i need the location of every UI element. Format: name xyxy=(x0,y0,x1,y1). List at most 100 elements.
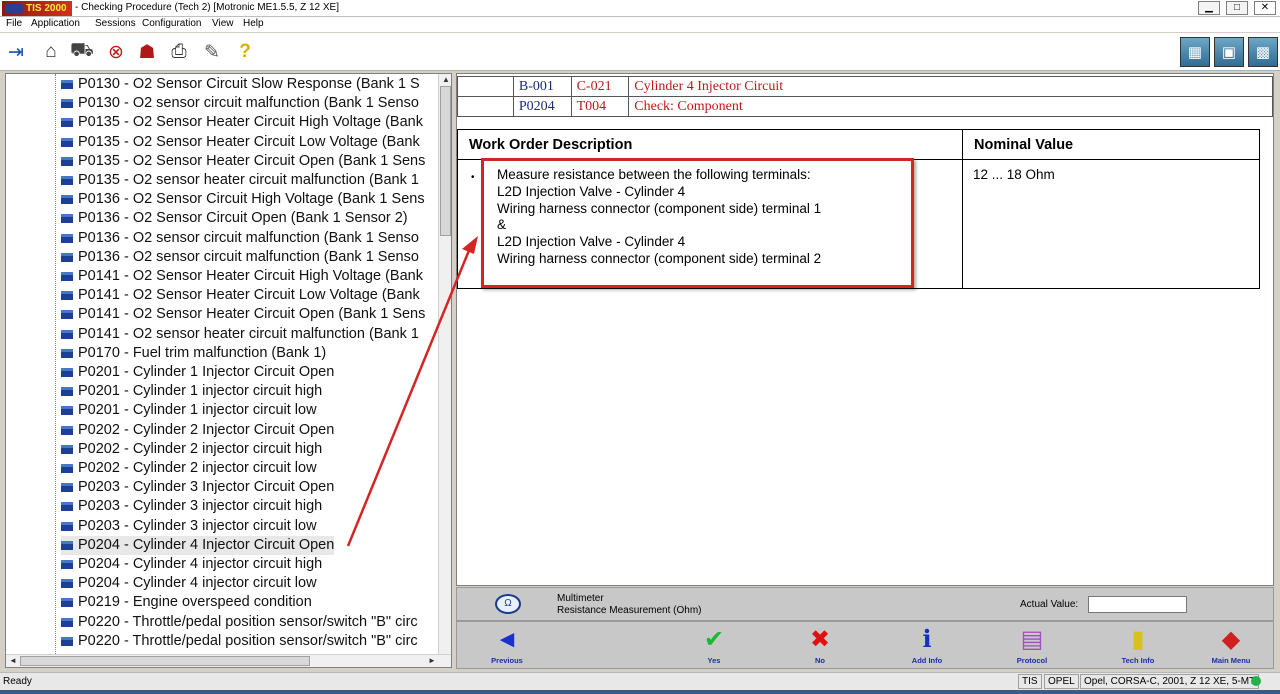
no-icon: ✖ xyxy=(809,626,831,653)
protocol-button[interactable]: ▤ Protocol xyxy=(1002,624,1062,668)
tree-item[interactable]: P0136 - O2 sensor circuit malfunction (B… xyxy=(61,229,419,248)
tree-vscroll-thumb[interactable] xyxy=(440,86,451,236)
code-cell: P0204 xyxy=(512,96,572,117)
tech-info-button[interactable]: ▮ Tech Info xyxy=(1108,624,1168,668)
tree-item-label: P0141 - O2 sensor heater circuit malfunc… xyxy=(78,325,419,342)
previous-button[interactable]: ◄ Previous xyxy=(477,624,537,668)
toolbar: ⇥ ⌂ ⛟ ⊗ ☗ ⎙ ✎ ? ▦ ▣ ▩ xyxy=(0,33,1280,71)
tree-item[interactable]: P0136 - O2 sensor circuit malfunction (B… xyxy=(61,248,419,267)
flash-icon[interactable]: ▩ xyxy=(1248,37,1278,67)
no-button[interactable]: ✖ No xyxy=(790,624,850,668)
person-icon[interactable]: ☗ xyxy=(134,39,160,65)
tree-vertical-scrollbar[interactable]: ▲ xyxy=(438,74,451,654)
tree-item[interactable]: P0135 - O2 Sensor Heater Circuit Open (B… xyxy=(61,152,425,171)
tree-item[interactable]: P0202 - Cylinder 2 injector circuit high xyxy=(61,440,322,459)
tree-item[interactable]: P0135 - O2 Sensor Heater Circuit Low Vol… xyxy=(61,133,420,152)
folder-icon xyxy=(61,137,73,147)
folder-icon xyxy=(61,483,73,493)
help-icon[interactable]: ? xyxy=(232,39,258,65)
tree-item[interactable]: P0141 - O2 Sensor Heater Circuit Open (B… xyxy=(61,305,425,324)
tech-info-label: Tech Info xyxy=(1121,656,1155,665)
folder-icon xyxy=(61,444,73,454)
previous-icon: ◄ xyxy=(495,626,519,653)
folder-icon xyxy=(61,425,73,435)
home-icon[interactable]: ⌂ xyxy=(38,39,64,65)
measurement-bar: Ω Multimeter Resistance Measurement (Ohm… xyxy=(456,587,1274,621)
tree-item-label: P0201 - Cylinder 1 Injector Circuit Open xyxy=(78,364,335,380)
main-menu-button[interactable]: ◆ Main Menu xyxy=(1201,624,1261,668)
tech2-icon[interactable]: ▦ xyxy=(1180,37,1210,67)
print-icon[interactable]: ⎙ xyxy=(166,39,192,65)
yes-button[interactable]: ✔ Yes xyxy=(684,624,744,668)
actual-value-input[interactable] xyxy=(1088,596,1187,613)
tis-logo: TIS 2000 xyxy=(2,1,72,16)
tree-item[interactable]: P0130 - O2 sensor circuit malfunction (B… xyxy=(61,94,419,113)
minimize-button[interactable]: ▁ xyxy=(1198,1,1220,15)
tree-item[interactable]: P0204 - Cylinder 4 injector circuit high xyxy=(61,555,322,574)
tree-item-label: P0135 - O2 sensor heater circuit malfunc… xyxy=(78,172,419,188)
add-info-icon: ℹ xyxy=(922,626,932,653)
vehicle-icon[interactable]: ⛟ xyxy=(69,39,95,65)
add-info-button[interactable]: ℹ Add Info xyxy=(897,624,957,668)
tree-item[interactable]: P0203 - Cylinder 3 injector circuit low xyxy=(61,517,317,536)
tree-item[interactable]: P0141 - O2 sensor heater circuit malfunc… xyxy=(61,325,419,344)
exit-icon[interactable]: ⇥ xyxy=(3,39,29,65)
folder-icon xyxy=(61,579,73,589)
notepad-icon[interactable]: ✎ xyxy=(199,39,225,65)
diagnosis-icon[interactable]: ▣ xyxy=(1214,37,1244,67)
folder-icon xyxy=(61,502,73,512)
folder-icon xyxy=(61,291,73,301)
status-cell-app: TIS xyxy=(1018,674,1042,689)
folder-icon xyxy=(61,80,73,89)
folder-icon xyxy=(61,214,73,224)
tree-item[interactable]: P0141 - O2 Sensor Heater Circuit Low Vol… xyxy=(61,286,420,305)
status-bar: Ready TIS OPEL Opel, CORSA-C, 2001, Z 12… xyxy=(0,672,1280,690)
status-cell-make: OPEL xyxy=(1044,674,1079,689)
tree-item-label: P0204 - Cylinder 4 injector circuit low xyxy=(78,575,317,592)
menu-sessions[interactable]: Sessions xyxy=(95,18,136,29)
stop-icon[interactable]: ⊗ xyxy=(103,39,129,65)
tree-item[interactable]: P0203 - Cylinder 3 Injector Circuit Open xyxy=(61,478,334,497)
tree-item[interactable]: P0136 - O2 Sensor Circuit Open (Bank 1 S… xyxy=(61,209,408,228)
tree-item[interactable]: P0203 - Cylinder 3 injector circuit high xyxy=(61,497,322,516)
menu-view[interactable]: View xyxy=(212,18,234,29)
tree-item[interactable]: P0202 - Cylinder 2 injector circuit low xyxy=(61,459,317,478)
tree-item[interactable]: P0201 - Cylinder 1 Injector Circuit Open xyxy=(61,363,334,382)
yes-label: Yes xyxy=(707,656,721,665)
tree-item[interactable]: P0170 - Fuel trim malfunction (Bank 1) xyxy=(61,344,326,363)
tree-item[interactable]: P0204 - Cylinder 4 Injector Circuit Open xyxy=(61,535,335,555)
code-cell-blank xyxy=(457,76,514,97)
menu-application[interactable]: Application xyxy=(31,18,80,29)
tree-item[interactable]: P0202 - Cylinder 2 Injector Circuit Open xyxy=(61,421,334,440)
scroll-right-icon[interactable]: ► xyxy=(428,656,436,665)
tree-item-label: P0203 - Cylinder 3 Injector Circuit Open xyxy=(78,479,335,496)
tree-item[interactable]: P0220 - Throttle/pedal position sensor/s… xyxy=(61,632,418,651)
menu-help[interactable]: Help xyxy=(243,18,264,29)
code-row: B-001 C-021 Cylinder 4 Injector Circuit xyxy=(457,76,1273,97)
tree-item[interactable]: P0130 - O2 Sensor Circuit Slow Response … xyxy=(61,75,420,94)
tree-item[interactable]: P0136 - O2 Sensor Circuit High Voltage (… xyxy=(61,190,425,209)
tree-item-label: P0220 - Throttle/pedal position sensor/s… xyxy=(78,632,418,649)
tree-item[interactable]: P0219 - Engine overspeed condition xyxy=(61,593,312,612)
tree-item-label: P0136 - O2 Sensor Circuit Open (Bank 1 S… xyxy=(78,210,408,227)
tree-horizontal-scrollbar[interactable]: ◄ ► xyxy=(6,654,451,667)
tree-item[interactable]: P0204 - Cylinder 4 injector circuit low xyxy=(61,574,317,593)
scroll-left-icon[interactable]: ◄ xyxy=(9,656,17,665)
tree-item[interactable]: P0201 - Cylinder 1 injector circuit low xyxy=(61,401,317,420)
tree-item[interactable]: P0201 - Cylinder 1 injector circuit high xyxy=(61,382,322,401)
close-button[interactable]: ✕ xyxy=(1254,1,1276,15)
scroll-up-icon[interactable]: ▲ xyxy=(442,75,450,84)
folder-icon xyxy=(61,329,73,339)
menu-file[interactable]: File xyxy=(6,18,22,29)
tree-item-label: P0170 - Fuel trim malfunction (Bank 1) xyxy=(78,344,327,361)
tree-item[interactable]: P0220 - Throttle/pedal position sensor/s… xyxy=(61,613,418,632)
tree-hscroll-thumb[interactable] xyxy=(20,656,310,666)
tree-item[interactable]: P0135 - O2 Sensor Heater Circuit High Vo… xyxy=(61,113,423,132)
tree-item[interactable]: P0141 - O2 Sensor Heater Circuit High Vo… xyxy=(61,267,423,286)
bullet: • xyxy=(471,172,475,183)
tree-item[interactable]: P0135 - O2 sensor heater circuit malfunc… xyxy=(61,171,419,190)
main-menu-icon: ◆ xyxy=(1221,626,1241,653)
tree-item-label: P0135 - O2 Sensor Heater Circuit Low Vol… xyxy=(78,133,420,150)
menu-configuration[interactable]: Configuration xyxy=(142,18,201,29)
maximize-button[interactable]: □ xyxy=(1226,1,1248,15)
